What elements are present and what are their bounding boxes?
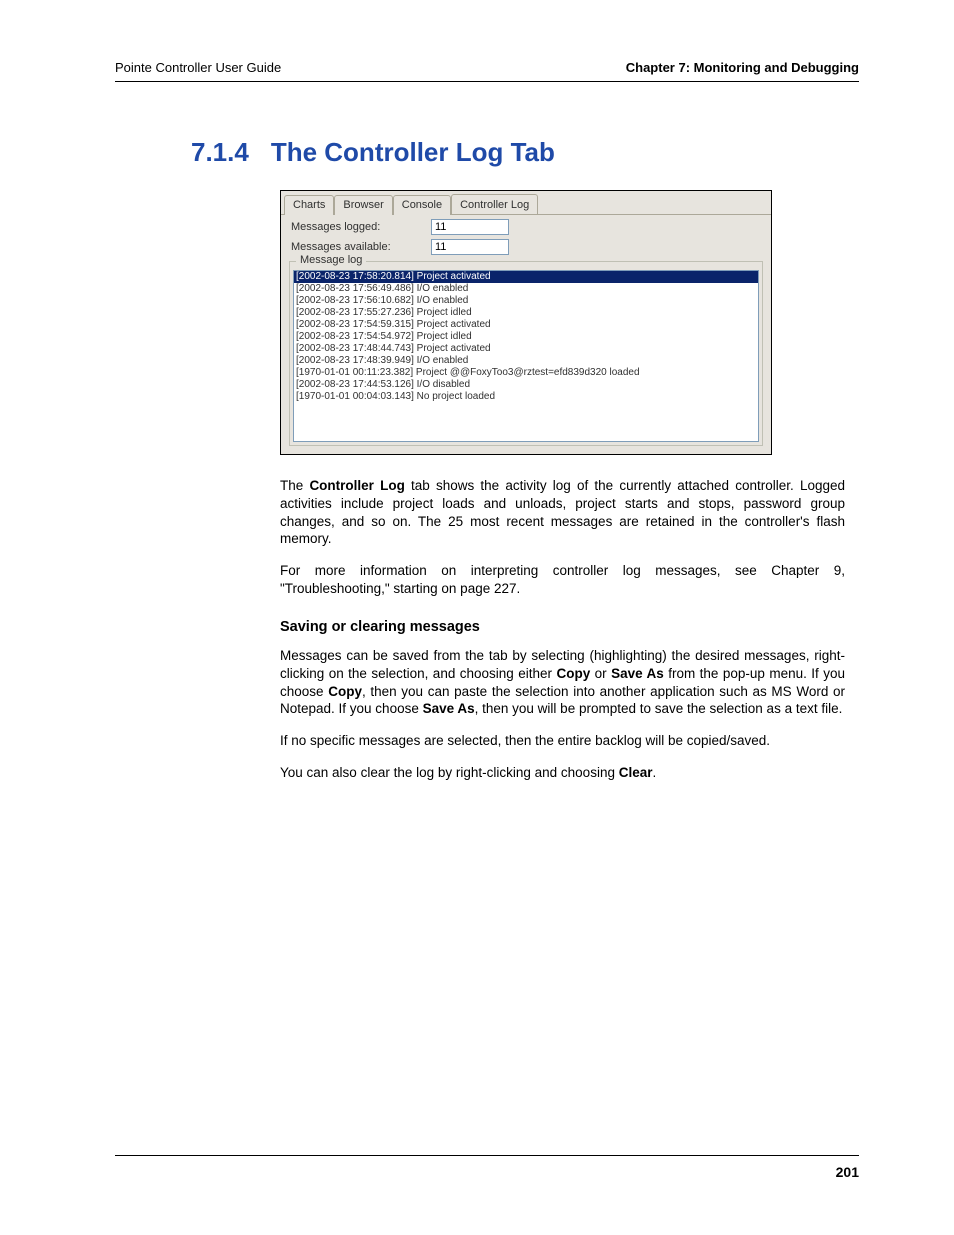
body-text: The Controller Log tab shows the activit… bbox=[280, 477, 845, 782]
tab-console[interactable]: Console bbox=[393, 195, 451, 215]
log-line[interactable]: [2002-08-23 17:44:53.126] I/O disabled bbox=[294, 379, 758, 391]
page-number: 201 bbox=[836, 1164, 859, 1180]
tab-charts[interactable]: Charts bbox=[284, 195, 334, 215]
header-left: Pointe Controller User Guide bbox=[115, 60, 281, 75]
log-line[interactable]: [2002-08-23 17:54:54.972] Project idled bbox=[294, 331, 758, 343]
log-line[interactable]: [2002-08-23 17:55:27.236] Project idled bbox=[294, 307, 758, 319]
message-log-list[interactable]: [2002-08-23 17:58:20.814] Project activa… bbox=[293, 270, 759, 442]
paragraph-intro: The Controller Log tab shows the activit… bbox=[280, 477, 845, 548]
section-number: 7.1.4 bbox=[191, 137, 249, 168]
tab-controller-log[interactable]: Controller Log bbox=[451, 194, 538, 214]
tab-strip: Charts Browser Console Controller Log bbox=[281, 191, 771, 215]
paragraph-no-selection: If no specific messages are selected, th… bbox=[280, 732, 845, 750]
controller-log-screenshot: Charts Browser Console Controller Log Me… bbox=[280, 190, 772, 455]
running-header: Pointe Controller User Guide Chapter 7: … bbox=[115, 60, 859, 82]
tab-browser[interactable]: Browser bbox=[334, 195, 392, 215]
paragraph-clear: You can also clear the log by right-clic… bbox=[280, 764, 845, 782]
paragraph-save-copy: Messages can be saved from the tab by se… bbox=[280, 647, 845, 718]
message-log-groupbox: Message log [2002-08-23 17:58:20.814] Pr… bbox=[289, 261, 763, 446]
messages-available-label: Messages available: bbox=[291, 241, 431, 253]
log-line[interactable]: [1970-01-01 00:04:03.143] No project loa… bbox=[294, 391, 758, 403]
section-heading: 7.1.4 The Controller Log Tab bbox=[191, 137, 859, 168]
page-footer: 201 bbox=[115, 1155, 859, 1180]
paragraph-crossref: For more information on interpreting con… bbox=[280, 562, 845, 598]
log-line[interactable]: [2002-08-23 17:48:44.743] Project activa… bbox=[294, 343, 758, 355]
messages-logged-label: Messages logged: bbox=[291, 221, 431, 233]
messages-available-field[interactable] bbox=[431, 239, 509, 255]
log-line[interactable]: [2002-08-23 17:56:49.486] I/O enabled bbox=[294, 283, 758, 295]
log-line[interactable]: [2002-08-23 17:58:20.814] Project activa… bbox=[294, 271, 758, 283]
header-right: Chapter 7: Monitoring and Debugging bbox=[626, 60, 859, 75]
log-line[interactable]: [2002-08-23 17:54:59.315] Project activa… bbox=[294, 319, 758, 331]
log-line[interactable]: [2002-08-23 17:56:10.682] I/O enabled bbox=[294, 295, 758, 307]
subheading-saving-clearing: Saving or clearing messages bbox=[280, 618, 845, 637]
section-title: The Controller Log Tab bbox=[271, 137, 555, 168]
log-line[interactable]: [2002-08-23 17:48:39.949] I/O enabled bbox=[294, 355, 758, 367]
messages-logged-field[interactable] bbox=[431, 219, 509, 235]
log-line[interactable]: [1970-01-01 00:11:23.382] Project @@Foxy… bbox=[294, 367, 758, 379]
message-log-legend: Message log bbox=[296, 254, 366, 266]
